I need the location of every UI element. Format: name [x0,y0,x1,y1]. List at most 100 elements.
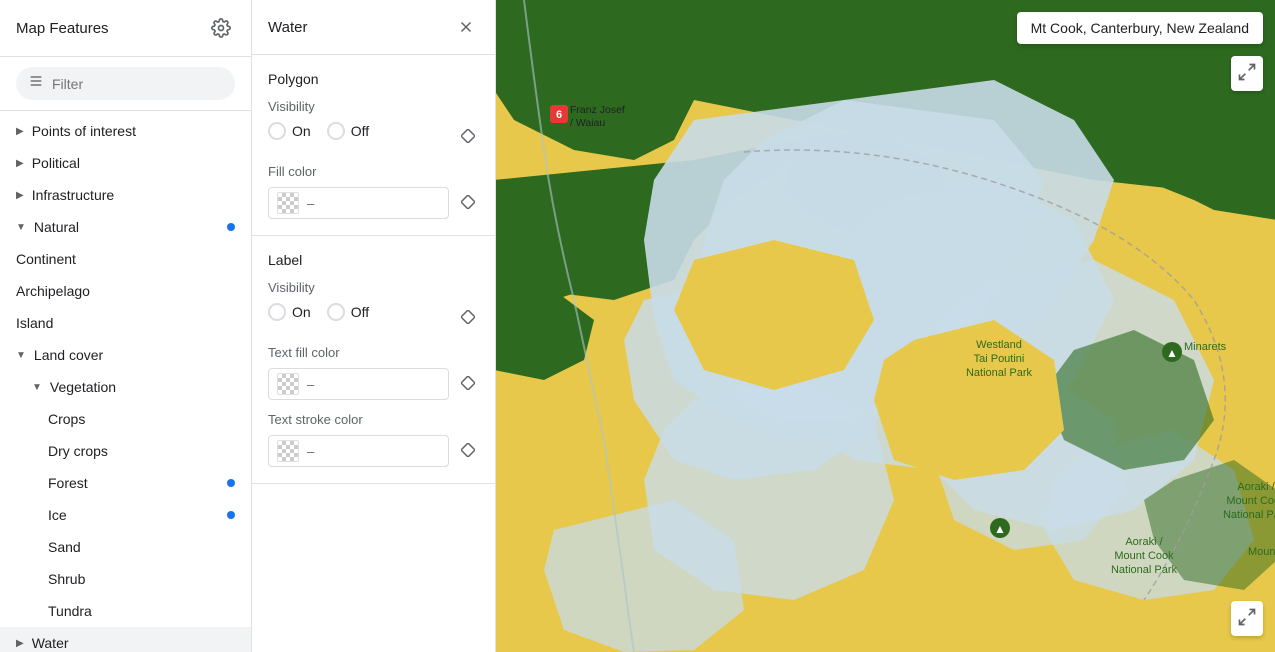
middle-panel-title: Water [268,19,307,36]
sidebar-item-sand[interactable]: Sand [0,531,251,563]
sidebar-item-label: Dry crops [48,443,108,459]
map-svg: 6 Franz Josef / Waiau Westland Tai Pouti… [496,0,1275,652]
sidebar-item-natural[interactable]: ▼ Natural [0,211,251,243]
sidebar-item-label: Continent [16,251,76,267]
fill-color-value: – [307,196,314,211]
aoraki-label3: National Park [1223,509,1275,521]
sidebar-item-dry-crops[interactable]: Dry crops [0,435,251,467]
text-stroke-color-label: Text stroke color [268,412,479,427]
modified-dot [227,511,235,519]
svg-text:▲: ▲ [994,522,1006,536]
text-stroke-color-reset-button[interactable] [457,439,479,464]
fill-color-label: Fill color [268,164,479,179]
fullscreen-button-2[interactable] [1231,56,1263,91]
chevron-right-icon: ▶ [16,638,24,649]
sidebar-item-tundra[interactable]: Tundra [0,595,251,627]
sidebar-item-water[interactable]: ▶ Water [0,627,251,652]
aoraki-label5: Mount Cook [1114,550,1174,562]
label-visibility-label: Visibility [268,280,479,295]
nav-list: ▶ Points of interest ▶ Political ▶ Infra… [0,111,251,652]
westland-label: Westland [976,339,1022,351]
settings-button[interactable] [207,14,235,42]
mount-hutton-label: Mount Hutton [1248,546,1275,558]
visibility-label: Visibility [268,99,479,114]
label-on-radio[interactable]: On [268,303,311,321]
visibility-reset-button[interactable] [457,125,479,150]
sidebar-item-label: Natural [34,219,79,235]
sidebar-item-island[interactable]: Island [0,307,251,339]
svg-text:▲: ▲ [1166,346,1178,360]
left-panel: Map Features ▶ Points of interest [0,0,252,652]
sidebar-item-label: Tundra [48,603,92,619]
fullscreen-button[interactable] [1231,601,1263,636]
sidebar-item-label: Crops [48,411,85,427]
text-fill-color-value: – [307,377,314,392]
sidebar-item-shrub[interactable]: Shrub [0,563,251,595]
westland-label2: Tai Poutini [974,353,1025,365]
off-radio[interactable]: Off [327,122,369,140]
label-off-radio[interactable]: Off [327,303,369,321]
map-area: 6 Franz Josef / Waiau Westland Tai Pouti… [496,0,1275,652]
on-label: On [292,123,311,139]
chevron-down-icon: ▼ [16,222,26,233]
fill-color-swatch-wrap[interactable]: – [268,187,449,219]
aoraki-label6: National Park [1111,564,1178,576]
sidebar-item-label: Political [32,155,80,171]
sidebar-item-label: Land cover [34,347,103,363]
filter-input[interactable] [52,76,223,92]
text-fill-color-swatch-wrap[interactable]: – [268,368,449,400]
label-visibility-radio-group: On Off [268,303,369,321]
aoraki-label4: Aoraki / [1125,536,1163,548]
fill-color-reset-button[interactable] [457,191,479,216]
chevron-down-icon: ▼ [16,350,26,361]
sidebar-item-ice[interactable]: Ice [0,499,251,531]
middle-panel: Water Polygon Visibility On Off [252,0,496,652]
close-button[interactable] [453,14,479,40]
label-on-label: On [292,304,311,320]
polygon-section: Polygon Visibility On Off Fill color [252,55,495,236]
minarets-label: Minarets [1184,341,1227,353]
sidebar-item-label: Ice [48,507,67,523]
hiker-marker-left[interactable]: ▲ [990,518,1010,538]
left-panel-title: Map Features [16,20,109,37]
filter-input-wrap[interactable] [16,67,235,100]
sidebar-item-political[interactable]: ▶ Political [0,147,251,179]
sidebar-item-infrastructure[interactable]: ▶ Infrastructure [0,179,251,211]
sidebar-item-crops[interactable]: Crops [0,403,251,435]
label-section: Label Visibility On Off Text fill color [252,236,495,484]
sidebar-item-label: Infrastructure [32,187,114,203]
text-fill-color-label: Text fill color [268,345,479,360]
off-radio-circle [327,122,345,140]
on-radio[interactable]: On [268,122,311,140]
label-section-title: Label [268,252,479,268]
text-stroke-color-swatch-wrap[interactable]: – [268,435,449,467]
label-off-label: Off [351,304,369,320]
sidebar-item-label: Points of interest [32,123,136,139]
franz-josef-label: Franz Josef [570,104,625,116]
sidebar-item-label: Forest [48,475,88,491]
text-fill-color-swatch [277,373,299,395]
sidebar-item-continent[interactable]: Continent [0,243,251,275]
minarets-marker[interactable]: ▲ [1162,342,1182,362]
left-panel-header: Map Features [0,0,251,57]
modified-dot [227,223,235,231]
aoraki-label2: Mount Cook [1226,495,1275,507]
filter-bar [0,57,251,111]
aoraki-label1: Aoraki / [1237,481,1275,493]
sidebar-item-points-of-interest[interactable]: ▶ Points of interest [0,115,251,147]
sidebar-item-land-cover[interactable]: ▼ Land cover [0,339,251,371]
sidebar-item-forest[interactable]: Forest [0,467,251,499]
sidebar-item-vegetation[interactable]: ▼ Vegetation [0,371,251,403]
sidebar-item-label: Island [16,315,53,331]
text-fill-color-reset-button[interactable] [457,372,479,397]
on-radio-circle [268,122,286,140]
label-visibility-reset-button[interactable] [457,306,479,331]
franz-josef-label2: / Waiau [570,117,605,129]
sidebar-item-label: Archipelago [16,283,90,299]
sidebar-item-archipelago[interactable]: Archipelago [0,275,251,307]
text-stroke-color-swatch [277,440,299,462]
middle-panel-header: Water [252,0,495,55]
chevron-right-icon: ▶ [16,190,24,201]
label-on-radio-circle [268,303,286,321]
franz-josef-marker[interactable]: 6 [550,105,568,123]
